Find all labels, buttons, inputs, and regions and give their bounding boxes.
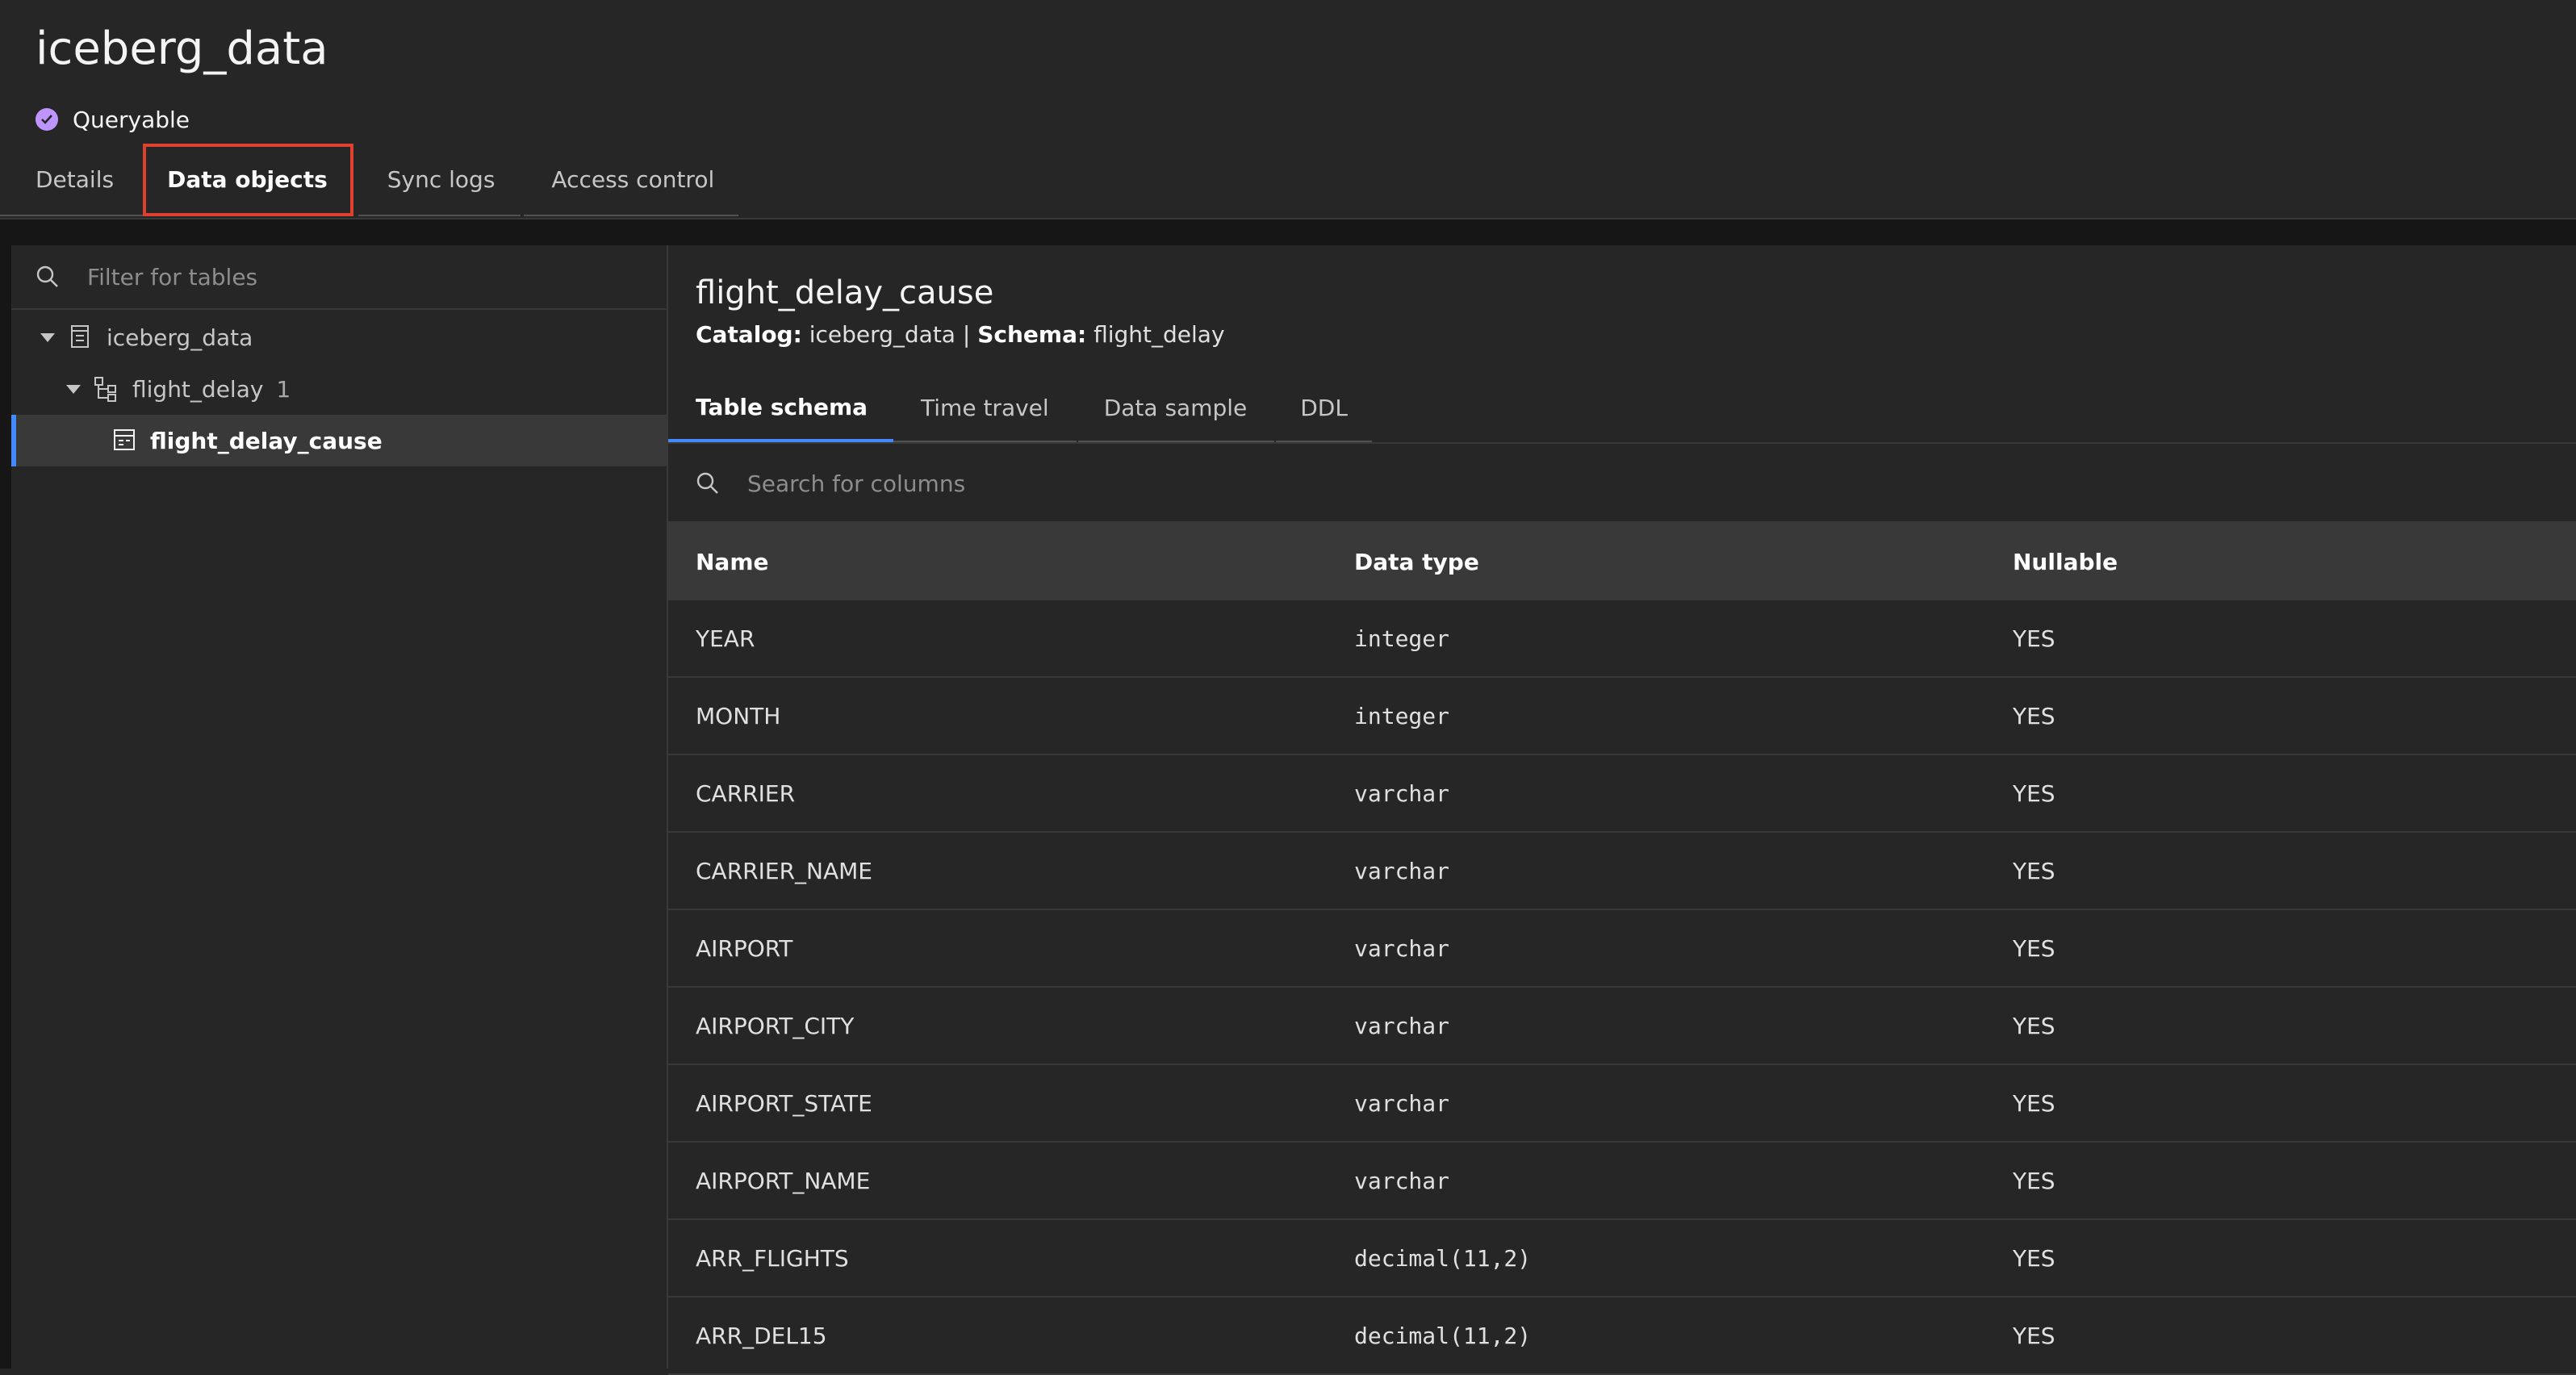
- schema-icon: [94, 376, 119, 407]
- catalog-value: iceberg_data: [809, 321, 956, 348]
- tab-table-schema[interactable]: Table schema: [668, 374, 894, 442]
- tab-access-control[interactable]: Access control: [524, 144, 739, 216]
- breadcrumb: Catalog: iceberg_data | Schema: flight_d…: [696, 321, 1225, 348]
- caret-down-icon[interactable]: [40, 333, 55, 342]
- section-gap: [0, 219, 2576, 245]
- cell-name: MONTH: [668, 677, 1327, 755]
- data-objects-sidebar: iceberg_data flight_delay 1 flight_delay_…: [11, 245, 668, 1369]
- cell-data-type: varchar: [1327, 909, 1985, 988]
- table-row[interactable]: AIRPORT_CITY varchar YES: [668, 987, 2576, 1065]
- cell-name: AIRPORT_CITY: [668, 987, 1327, 1065]
- cell-name: AIRPORT_STATE: [668, 1064, 1327, 1143]
- cell-nullable: YES: [1985, 600, 2576, 678]
- status-indicator: Queryable: [36, 105, 190, 134]
- cell-data-type: varchar: [1327, 832, 1985, 910]
- tab-details[interactable]: Details: [0, 144, 144, 216]
- tab-ddl[interactable]: DDL: [1276, 374, 1372, 442]
- cell-name: ARR_FLIGHTS: [668, 1219, 1327, 1298]
- table-row[interactable]: CARRIER_NAME varchar YES: [668, 832, 2576, 910]
- tree-item-table[interactable]: flight_delay_cause: [11, 415, 667, 466]
- table-row[interactable]: CARRIER varchar YES: [668, 754, 2576, 833]
- search-icon: [696, 471, 720, 499]
- table-header-row: Name Data type Nullable: [668, 523, 2576, 600]
- cell-nullable: YES: [1985, 987, 2576, 1065]
- tree-item-label: flight_delay_cause: [150, 427, 383, 454]
- table-row[interactable]: AIRPORT varchar YES: [668, 909, 2576, 988]
- cell-nullable: YES: [1985, 1297, 2576, 1375]
- cell-nullable: YES: [1985, 1142, 2576, 1220]
- table-row[interactable]: ARR_FLIGHTS decimal(11,2) YES: [668, 1219, 2576, 1298]
- page-title: iceberg_data: [36, 23, 328, 75]
- cell-data-type: decimal(11,2): [1327, 1297, 1985, 1375]
- cell-name: CARRIER: [668, 754, 1327, 833]
- table-count: 1: [276, 375, 291, 403]
- cell-data-type: integer: [1327, 677, 1985, 755]
- cell-data-type: varchar: [1327, 1142, 1985, 1220]
- column-header-nullable[interactable]: Nullable: [1985, 523, 2576, 600]
- breadcrumb-separator: |: [962, 321, 971, 348]
- checkmark-icon: [36, 108, 58, 131]
- cell-name: CARRIER_NAME: [668, 832, 1327, 910]
- search-icon: [36, 265, 60, 292]
- cell-name: ARR_DEL15: [668, 1297, 1327, 1375]
- status-label: Queryable: [73, 106, 190, 133]
- cell-nullable: YES: [1985, 909, 2576, 988]
- table-icon: [113, 428, 136, 457]
- cell-nullable: YES: [1985, 1064, 2576, 1143]
- cell-data-type: varchar: [1327, 754, 1985, 833]
- table-title: flight_delay_cause: [696, 274, 994, 311]
- tree-item-label-wrap: flight_delay 1: [132, 376, 291, 403]
- column-search: [668, 444, 2576, 523]
- table-tabs: Table schema Time travel Data sample DDL: [668, 374, 1372, 444]
- cell-name: AIRPORT_NAME: [668, 1142, 1327, 1220]
- tab-time-travel[interactable]: Time travel: [893, 374, 1077, 442]
- cell-nullable: YES: [1985, 1219, 2576, 1298]
- column-header-data-type[interactable]: Data type: [1327, 523, 1985, 600]
- page-tabs: Details Data objects Sync logs Access co…: [0, 144, 739, 218]
- table-details-panel: flight_delay_cause Catalog: iceberg_data…: [668, 245, 2576, 1375]
- left-gutter: [0, 245, 11, 1369]
- schema-value: flight_delay: [1094, 321, 1225, 348]
- cell-name: YEAR: [668, 600, 1327, 678]
- filter-tables-input[interactable]: [86, 257, 638, 297]
- table-row[interactable]: AIRPORT_STATE varchar YES: [668, 1064, 2576, 1143]
- table-row[interactable]: MONTH integer YES: [668, 677, 2576, 755]
- tree-item-label: iceberg_data: [107, 324, 253, 351]
- cell-nullable: YES: [1985, 754, 2576, 833]
- catalog-label: Catalog:: [696, 321, 802, 348]
- table-row[interactable]: AIRPORT_NAME varchar YES: [668, 1142, 2576, 1220]
- tab-data-sample[interactable]: Data sample: [1077, 374, 1275, 442]
- cell-name: AIRPORT: [668, 909, 1327, 988]
- tab-data-objects[interactable]: Data objects: [143, 144, 353, 216]
- cell-data-type: varchar: [1327, 1064, 1985, 1143]
- caret-down-icon[interactable]: [66, 385, 81, 394]
- tree-item-catalog[interactable]: iceberg_data: [11, 311, 667, 363]
- schema-table: Name Data type Nullable YEAR integer YES…: [668, 523, 2576, 1375]
- tab-sync-logs[interactable]: Sync logs: [358, 144, 521, 216]
- cell-data-type: integer: [1327, 600, 1985, 678]
- tree-item-schema[interactable]: flight_delay 1: [11, 363, 667, 415]
- cell-data-type: varchar: [1327, 987, 1985, 1065]
- cell-nullable: YES: [1985, 832, 2576, 910]
- page-header: iceberg_data Queryable Details Data obje…: [0, 0, 2576, 218]
- table-row[interactable]: YEAR integer YES: [668, 600, 2576, 678]
- column-header-name[interactable]: Name: [668, 523, 1327, 600]
- cell-data-type: decimal(11,2): [1327, 1219, 1985, 1298]
- tree-item-label: flight_delay: [132, 375, 264, 403]
- table-row[interactable]: ARR_DEL15 decimal(11,2) YES: [668, 1297, 2576, 1375]
- search-columns-input[interactable]: [746, 463, 2202, 504]
- catalog-icon: [69, 324, 90, 354]
- table-filter: [11, 245, 667, 310]
- cell-nullable: YES: [1985, 677, 2576, 755]
- schema-label: Schema:: [977, 321, 1087, 348]
